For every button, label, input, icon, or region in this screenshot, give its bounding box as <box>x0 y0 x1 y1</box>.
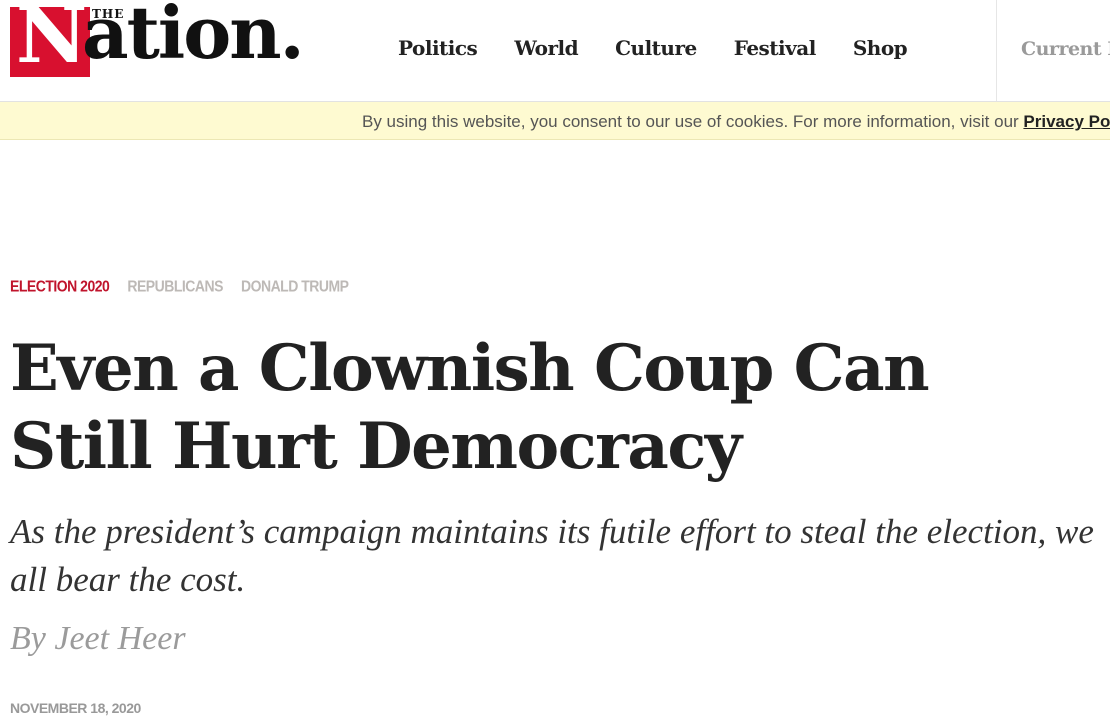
cookie-text: By using this website, you consent to ou… <box>362 112 1024 131</box>
article-byline[interactable]: By Jeet Heer <box>10 620 186 658</box>
article-dek: As the president’s campaign maintains it… <box>10 512 1094 599</box>
logo-wordmark: ation. <box>82 0 305 75</box>
nav-item-world[interactable]: World <box>514 36 578 60</box>
tag-donald-trump[interactable]: DONALD TRUMP <box>241 277 349 295</box>
publish-date: NOVEMBER 18, 2020 <box>10 700 141 716</box>
nav-item-festival[interactable]: Festival <box>734 36 817 60</box>
main-nav: Politics World Culture Festival Shop <box>398 36 944 60</box>
privacy-policy-link[interactable]: Privacy Policy <box>1023 112 1110 131</box>
nav-item-shop[interactable]: Shop <box>853 36 908 60</box>
nav-item-politics[interactable]: Politics <box>398 36 478 60</box>
cookie-message: By using this website, you consent to ou… <box>362 112 1110 132</box>
cookie-banner: By using this website, you consent to ou… <box>0 102 1110 140</box>
nav-item-culture[interactable]: Culture <box>615 36 697 60</box>
tag-election-2020[interactable]: ELECTION 2020 <box>10 277 110 295</box>
logo-letter-n: N <box>16 0 88 81</box>
article-headline: Even a Clownish Coup Can Still Hurt Demo… <box>10 331 930 484</box>
the-nation-logo[interactable]: N THE ation. <box>10 0 305 79</box>
article-tags: ELECTION 2020 REPUBLICANS DONALD TRUMP <box>10 277 367 295</box>
nav-divider <box>996 0 997 101</box>
current-issue-link[interactable]: Current Issue <box>1021 38 1110 60</box>
site-header: N THE ation. Politics World Culture Fest… <box>0 0 1110 102</box>
tag-republicans[interactable]: REPUBLICANS <box>127 277 223 295</box>
